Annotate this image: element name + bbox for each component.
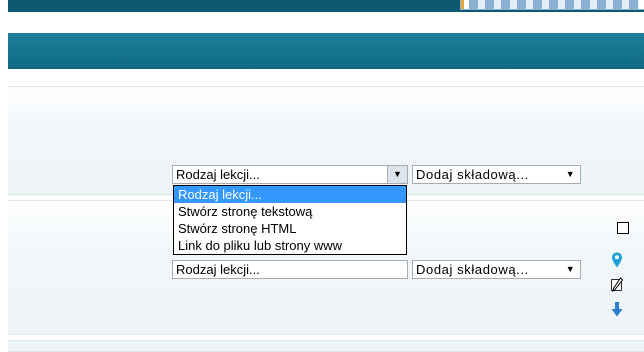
chevron-down-icon[interactable]: ▼ [561, 166, 580, 183]
checkbox-icon[interactable] [617, 222, 629, 234]
dropdown-option[interactable]: Stwórz stronę tekstową [174, 203, 406, 220]
dropdown-option[interactable]: Stwórz stronę HTML [174, 220, 406, 237]
edit-icon[interactable] [610, 277, 624, 293]
chevron-down-icon[interactable]: ▼ [387, 166, 407, 183]
top-bar [8, 0, 644, 12]
lesson-type-select-value: Rodzaj lekcji... [176, 167, 260, 182]
top-bar-widget[interactable] [460, 0, 644, 10]
widget-accent [461, 0, 464, 9]
move-down-icon[interactable] [611, 302, 623, 317]
header-bar [8, 33, 644, 69]
location-pin-icon[interactable] [611, 252, 623, 268]
widget-content [469, 0, 639, 9]
lesson-type-select-2[interactable]: Rodzaj lekcji... [172, 260, 408, 279]
add-component-select-2[interactable]: Dodaj składową... ▼ [412, 260, 581, 279]
lesson-type-select-2-value: Rodzaj lekcji... [176, 262, 260, 277]
lesson-type-dropdown-list: Rodzaj lekcji... Stwórz stronę tekstową … [173, 185, 407, 255]
dropdown-option[interactable]: Rodzaj lekcji... [174, 186, 406, 203]
add-component-select[interactable]: Dodaj składową... ▼ [412, 165, 581, 184]
dropdown-option[interactable]: Link do pliku lub strony www [174, 237, 406, 254]
chevron-down-icon[interactable]: ▼ [561, 261, 580, 278]
section-row-3 [8, 340, 644, 352]
add-component-select-2-value: Dodaj składową... [416, 262, 529, 277]
add-component-select-value: Dodaj składową... [416, 167, 529, 182]
lesson-type-select[interactable]: Rodzaj lekcji... ▼ [172, 165, 408, 184]
